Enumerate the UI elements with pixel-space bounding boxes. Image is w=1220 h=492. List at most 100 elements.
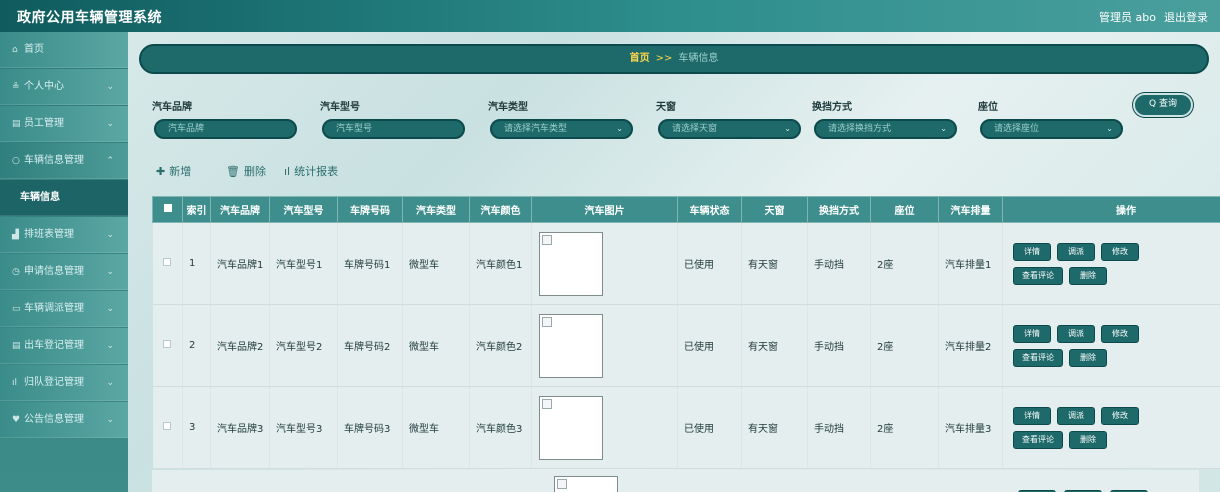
sidebar-item-1[interactable]: ≗ 个人中心 ⌄ (0, 69, 128, 105)
table-cell: 已使用 (677, 304, 742, 387)
column-header: 操作 (1002, 196, 1220, 223)
dispatch-button[interactable]: 调派 (1057, 324, 1095, 343)
table-cell: 汽车排量1 (938, 222, 1003, 305)
chevron-down-icon: ⌄ (1106, 124, 1113, 133)
filter-select[interactable]: 请选择座位 ⌄ (980, 119, 1123, 139)
sidebar-item-0[interactable]: ⌂ 首页 (0, 32, 128, 68)
chevron-down-icon: ⌄ (940, 124, 947, 133)
column-header: 汽车品牌 (210, 196, 270, 223)
table-cell: 微型车 (402, 222, 470, 305)
bar-chart-icon: ıl (284, 165, 291, 178)
sidebar-item-label: 车辆调派管理 (24, 303, 84, 314)
row-checkbox[interactable] (152, 222, 183, 305)
view-comments-button[interactable]: 查看评论 (1013, 430, 1063, 449)
sidebar-item-label: 首页 (24, 44, 44, 55)
delete-label: 删除 (243, 165, 266, 178)
row-actions: 详情 调派 修改查看评论 删除 (1002, 386, 1220, 469)
column-header: 换挡方式 (807, 196, 871, 223)
dispatch-icon: ▭ (12, 304, 21, 314)
filter-label: 换挡方式 (812, 102, 852, 113)
sidebar-item-9[interactable]: ıl 归队登记管理 ⌄ (0, 365, 128, 401)
column-header: 汽车排量 (938, 196, 1003, 223)
table-row-partial (152, 470, 1199, 492)
table-cell: 手动挡 (807, 304, 871, 387)
car-image-cell (531, 304, 678, 387)
row-checkbox[interactable] (152, 386, 183, 469)
column-header: 汽车颜色 (469, 196, 532, 223)
sidebar-item-8[interactable]: ▤ 出车登记管理 ⌄ (0, 328, 128, 364)
car-image (539, 395, 603, 460)
car-image-cell (531, 222, 678, 305)
detail-button[interactable]: 详情 (1013, 324, 1051, 343)
edit-button[interactable]: 修改 (1101, 324, 1139, 343)
clock-icon: ◷ (12, 267, 20, 277)
detail-button[interactable]: 详情 (1013, 242, 1051, 261)
filter-input[interactable]: 汽车品牌 (154, 119, 297, 139)
staff-icon: ▤ (12, 119, 21, 129)
edit-button[interactable]: 修改 (1101, 406, 1139, 425)
report-button[interactable]: ıl 统计报表 (284, 163, 338, 179)
broken-image-icon (542, 234, 552, 245)
chevron-icon: ⌄ (106, 378, 114, 388)
delete-row-button[interactable]: 删除 (1069, 348, 1107, 367)
detail-button[interactable]: 详情 (1013, 406, 1051, 425)
filter-select[interactable]: 请选择天窗 ⌄ (658, 119, 801, 139)
breadcrumb-current: 车辆信息 (678, 53, 719, 64)
view-comments-button[interactable]: 查看评论 (1013, 266, 1063, 285)
sidebar-item-label: 排班表管理 (24, 229, 74, 240)
table-cell: 2 (182, 304, 211, 387)
chevron-icon: ⌄ (106, 267, 114, 277)
dispatch-button[interactable]: 调派 (1057, 242, 1095, 261)
table-cell: 2座 (870, 222, 939, 305)
chevron-icon: ⌄ (106, 82, 114, 92)
table-cell: 手动挡 (807, 386, 871, 469)
sidebar-item-4[interactable]: 车辆信息 (0, 180, 128, 216)
chevron-icon: ⌄ (106, 230, 114, 240)
logout-link[interactable]: 退出登录 (1164, 9, 1208, 25)
select-all-checkbox[interactable] (152, 196, 183, 223)
sidebar-item-7[interactable]: ▭ 车辆调派管理 ⌄ (0, 291, 128, 327)
filter-label: 座位 (978, 102, 998, 113)
breadcrumb-separator: >> (655, 53, 673, 64)
dispatch-button[interactable]: 调派 (1057, 406, 1095, 425)
delete-button[interactable]: 🗑 删除 (226, 163, 266, 179)
breadcrumb-home[interactable]: 首页 (630, 53, 650, 64)
sidebar-item-label: 出车登记管理 (24, 340, 84, 351)
table-cell: 2座 (870, 386, 939, 469)
row-actions: 详情 调派 修改查看评论 删除 (1002, 304, 1220, 387)
filter-select[interactable]: 请选择换挡方式 ⌄ (814, 119, 957, 139)
trash-icon: 🗑 (226, 165, 240, 178)
add-button[interactable]: ✚ 新增 (156, 163, 191, 179)
sidebar-item-label: 车辆信息管理 (24, 155, 84, 166)
filter-placeholder: 请选择座位 (994, 124, 1040, 134)
row-checkbox[interactable] (152, 304, 183, 387)
filter-input[interactable]: 汽车型号 (322, 119, 465, 139)
broken-image-icon (542, 398, 552, 409)
edit-button[interactable]: 修改 (1101, 242, 1139, 261)
table-cell: 3 (182, 386, 211, 469)
table-cell: 有天窗 (741, 222, 808, 305)
filter-placeholder: 汽车型号 (336, 124, 373, 134)
delete-row-button[interactable]: 删除 (1069, 266, 1107, 285)
table-cell: 汽车排量2 (938, 304, 1003, 387)
column-header: 汽车型号 (269, 196, 338, 223)
sidebar-item-3[interactable]: ○ 车辆信息管理 ⌃ (0, 143, 128, 179)
sidebar-item-6[interactable]: ◷ 申请信息管理 ⌄ (0, 254, 128, 290)
chevron-icon: ⌄ (106, 415, 114, 425)
column-header: 座位 (870, 196, 939, 223)
sidebar: ⌂ 首页 ≗ 个人中心 ⌄ ▤ 员工管理 ⌄ ○ 车辆信息管理 ⌃ 车辆信息 ▟ 排班表管理 ⌄ ◷ 申请信息管… (0, 32, 128, 492)
delete-row-button[interactable]: 删除 (1069, 430, 1107, 449)
table-header: 索引 汽车品牌 汽车型号 车牌号码 汽车类型 汽车颜色 汽车图片 车辆状态 天窗 换挡方式 座位 汽车… (152, 196, 1220, 223)
view-comments-button[interactable]: 查看评论 (1013, 348, 1063, 367)
car-image (539, 313, 603, 378)
table-cell: 汽车型号2 (269, 304, 338, 387)
query-button[interactable]: Q 查询 (1133, 93, 1193, 117)
broken-image-icon (557, 479, 567, 489)
sidebar-item-5[interactable]: ▟ 排班表管理 ⌄ (0, 217, 128, 253)
chevron-icon: ⌄ (106, 119, 114, 129)
filter-select[interactable]: 请选择汽车类型 ⌄ (490, 119, 633, 139)
car-image-cell (531, 386, 678, 469)
sidebar-item-2[interactable]: ▤ 员工管理 ⌄ (0, 106, 128, 142)
chevron-down-icon: ⌄ (784, 124, 791, 133)
sidebar-item-10[interactable]: ♥ 公告信息管理 ⌄ (0, 402, 128, 438)
